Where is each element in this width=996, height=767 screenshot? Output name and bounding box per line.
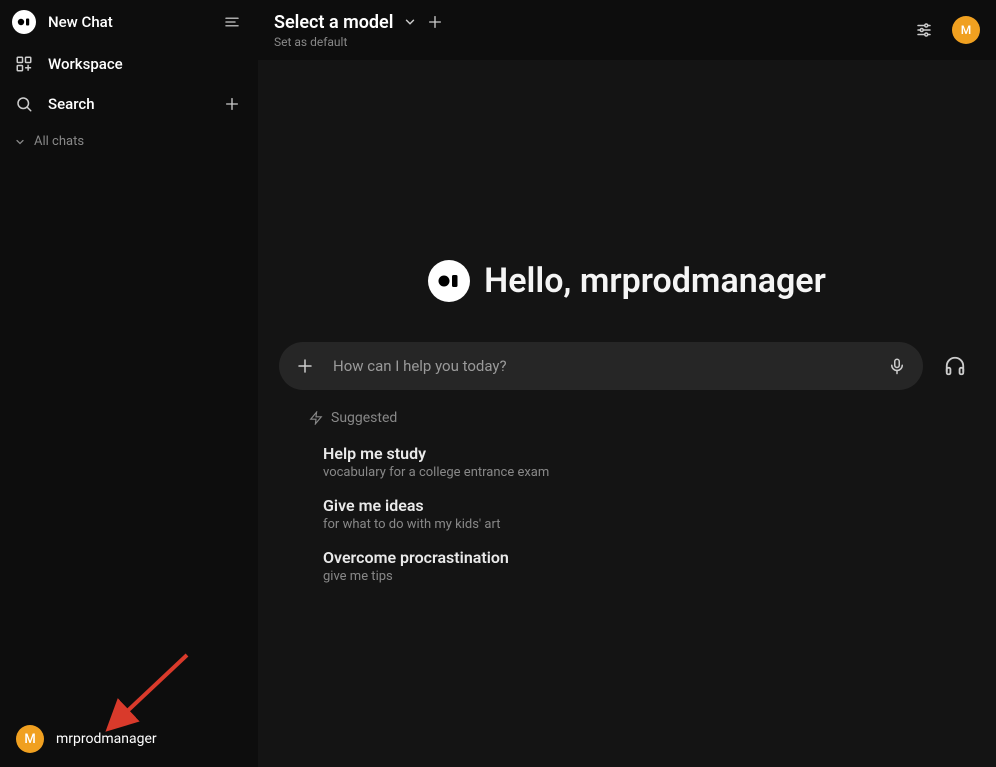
chevron-down-icon	[14, 136, 26, 148]
search-icon	[12, 95, 36, 113]
topbar: Select a model Set as default	[258, 0, 996, 60]
set-default-button[interactable]: Set as default	[274, 35, 443, 49]
plus-icon	[296, 357, 314, 375]
greeting: Hello, mrprodmanager	[428, 260, 826, 302]
mic-icon	[888, 357, 906, 375]
suggestion-item[interactable]: Help me study vocabulary for a college e…	[279, 436, 975, 488]
suggestion-title: Overcome procrastination	[323, 548, 931, 567]
attach-button[interactable]	[291, 352, 319, 380]
model-selector-label: Select a model	[274, 12, 393, 33]
settings-button[interactable]	[910, 16, 938, 44]
suggestions: Suggested Help me study vocabulary for a…	[279, 410, 975, 592]
plus-icon	[224, 96, 240, 112]
voice-mode-button[interactable]	[935, 346, 975, 386]
workspace-icon	[12, 55, 36, 73]
new-chat-label: New Chat	[48, 13, 113, 31]
chat-input-placeholder: How can I help you today?	[333, 357, 869, 375]
main-area: Select a model Set as default	[258, 0, 996, 767]
sidebar-header: New Chat	[0, 0, 258, 44]
mic-button[interactable]	[883, 352, 911, 380]
model-selector[interactable]: Select a model	[274, 12, 443, 33]
search-button[interactable]: Search	[12, 95, 95, 113]
plus-icon[interactable]	[427, 14, 443, 30]
user-avatar-top[interactable]: M	[952, 16, 980, 44]
user-avatar-small: M	[16, 725, 44, 753]
menu-icon	[223, 13, 241, 31]
greeting-text: Hello, mrprodmanager	[484, 261, 826, 301]
user-name-label: mrprodmanager	[56, 731, 157, 747]
sidebar: New Chat Workspace	[0, 0, 258, 767]
app-logo-icon	[12, 10, 36, 34]
chat-input[interactable]: How can I help you today?	[279, 342, 923, 390]
new-chat-button[interactable]: New Chat	[12, 10, 113, 34]
suggested-heading: Suggested	[279, 410, 975, 426]
suggested-label: Suggested	[331, 410, 397, 426]
chevron-down-icon	[403, 15, 417, 29]
topbar-right: M	[910, 16, 980, 44]
search-label: Search	[48, 95, 95, 113]
suggestion-title: Help me study	[323, 444, 931, 463]
suggestion-item[interactable]: Overcome procrastination give me tips	[279, 540, 975, 592]
topbar-left: Select a model Set as default	[274, 12, 443, 49]
app-logo-large-icon	[428, 260, 470, 302]
headphones-icon	[944, 355, 966, 377]
all-chats-label: All chats	[34, 134, 84, 149]
input-bar-wrap: How can I help you today?	[279, 342, 975, 390]
new-chat-plus-button[interactable]	[218, 90, 246, 118]
suggestion-subtitle: give me tips	[323, 569, 931, 584]
suggestion-subtitle: vocabulary for a college entrance exam	[323, 465, 931, 480]
suggestion-item[interactable]: Give me ideas for what to do with my kid…	[279, 488, 975, 540]
sidebar-search-row: Search	[0, 84, 258, 124]
workspace-label: Workspace	[48, 55, 123, 73]
sidebar-item-workspace[interactable]: Workspace	[0, 44, 258, 84]
sidebar-top: New Chat Workspace	[0, 0, 258, 711]
bolt-icon	[309, 411, 323, 425]
sidebar-user-button[interactable]: M mrprodmanager	[0, 711, 258, 767]
all-chats-toggle[interactable]: All chats	[0, 124, 258, 159]
sliders-icon	[915, 21, 933, 39]
sidebar-collapse-button[interactable]	[218, 8, 246, 36]
center-content: Hello, mrprodmanager How can I help you …	[258, 60, 996, 767]
suggestion-title: Give me ideas	[323, 496, 931, 515]
suggestion-subtitle: for what to do with my kids' art	[323, 517, 931, 532]
